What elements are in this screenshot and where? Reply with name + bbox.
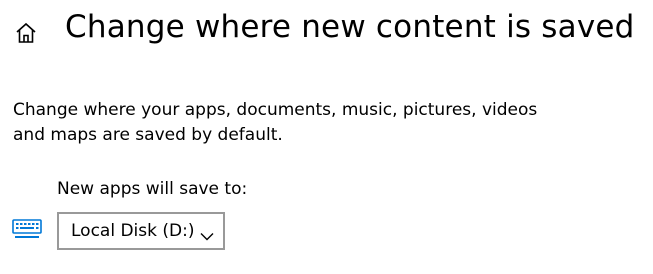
new-apps-label: New apps will save to: <box>57 179 248 199</box>
keyboard-monitor-icon <box>12 219 42 241</box>
page-title: Change where new content is saved <box>65 9 635 45</box>
page-description: Change where your apps, documents, music… <box>13 100 538 145</box>
settings-page: Change where new content is saved Change… <box>0 0 653 274</box>
save-location-dropdown[interactable]: Local Disk (D:) <box>57 212 225 250</box>
dropdown-selected-value: Local Disk (D:) <box>71 221 195 241</box>
chevron-down-icon <box>200 226 214 241</box>
home-icon[interactable] <box>14 21 38 45</box>
